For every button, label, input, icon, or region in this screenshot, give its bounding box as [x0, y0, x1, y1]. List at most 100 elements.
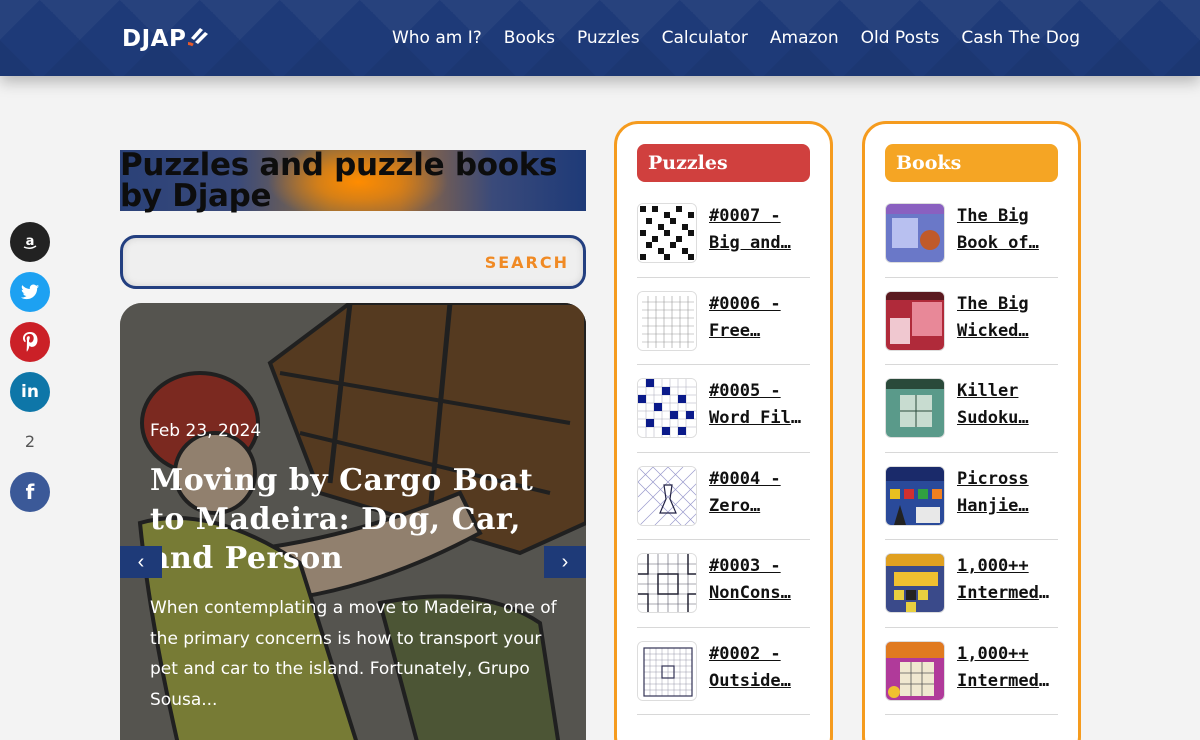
puzzle-item-line1: #0005 -	[709, 381, 781, 401]
puzzles-list: #0007 - Big and… #0006 - Free… #0005 - Word…	[637, 190, 810, 715]
puzzle-item[interactable]: #0003 - NonCons…	[637, 540, 810, 628]
puzzle-thumbnail	[637, 553, 697, 613]
chevron-left-icon: ‹	[137, 550, 145, 573]
book-cover	[885, 290, 945, 351]
facebook-share-button[interactable]: f	[10, 472, 50, 512]
puzzle-item-line2: Free…	[709, 320, 761, 341]
puzzles-widget: Puzzles #0007 - Big and… #0006 - Free… #…	[614, 121, 833, 740]
book-item[interactable]: The Big Wicked…	[885, 278, 1058, 365]
book-item-line1: 1,000++	[957, 643, 1029, 664]
book-item-line2: Hanjie…	[957, 495, 1029, 516]
nav-cash-the-dog[interactable]: Cash The Dog	[961, 28, 1080, 48]
book-item[interactable]: 1,000++ Intermedia…	[885, 540, 1058, 628]
book-item-line1: The Big	[957, 293, 1029, 314]
puzzle-item-line2: NonCons…	[709, 583, 791, 603]
puzzle-item-title[interactable]: #0006 - Free…	[709, 291, 810, 365]
book-cover	[885, 378, 945, 438]
puzzle-item-line2: Word Fill-…	[709, 408, 810, 428]
book-item[interactable]: Picross Hanjie…	[885, 453, 1058, 540]
puzzle-item[interactable]: #0004 - Zero…	[637, 453, 810, 540]
twitter-share-button[interactable]	[10, 272, 50, 312]
amazon-icon: a	[23, 234, 37, 250]
puzzle-thumbnail	[637, 203, 697, 263]
book-item-title[interactable]: Killer Sudoku…	[957, 378, 1058, 452]
puzzle-thumbnail	[637, 465, 697, 526]
book-item-line2: Wicked…	[957, 320, 1029, 341]
book-item-title[interactable]: 1,000++ Intermedia…	[957, 641, 1058, 715]
page-title: Puzzles and puzzle books by Djape	[120, 150, 586, 212]
post-title[interactable]: Moving by Cargo Boat to Madeira: Dog, Ca…	[150, 461, 560, 578]
book-item-title[interactable]: The Big Wicked…	[957, 291, 1058, 365]
social-share-rail: a in 2 f	[10, 222, 50, 522]
puzzle-item[interactable]: #0006 - Free…	[637, 278, 810, 365]
facebook-icon: f	[25, 480, 35, 504]
pinterest-share-button[interactable]	[10, 322, 50, 362]
logo-mark-icon	[179, 24, 210, 53]
puzzle-item-line1: #0006 -	[709, 293, 781, 314]
puzzle-item-title[interactable]: #0002 - Outside…	[709, 641, 810, 715]
puzzle-item[interactable]: #0005 - Word Fill-…	[637, 365, 810, 453]
puzzle-item[interactable]: #0002 - Outside…	[637, 628, 810, 715]
slider-prev-button[interactable]: ‹	[120, 546, 162, 578]
book-cover	[885, 465, 945, 526]
book-item-line1: The Big	[957, 206, 1029, 226]
puzzle-thumbnail	[637, 640, 697, 701]
book-item-line1: Killer	[957, 381, 1019, 401]
puzzle-item-title[interactable]: #0003 - NonCons…	[709, 553, 810, 627]
books-list: The Big Book of… The Big Wicked… Killer Sud…	[885, 190, 1058, 715]
search-input[interactable]	[135, 248, 475, 276]
nav-puzzles[interactable]: Puzzles	[577, 28, 640, 48]
book-item-line2: Book of…	[957, 233, 1039, 253]
books-heading: Books	[885, 144, 1058, 182]
book-item-line1: Picross	[957, 468, 1029, 489]
nav-books[interactable]: Books	[504, 28, 555, 48]
book-item-line2: Intermedia…	[957, 670, 1058, 691]
book-item-title[interactable]: The Big Book of…	[957, 203, 1058, 277]
book-cover	[885, 553, 945, 613]
book-item-title[interactable]: Picross Hanjie…	[957, 466, 1058, 540]
puzzle-thumbnail	[637, 290, 697, 351]
post-excerpt: When contemplating a move to Madeira, on…	[150, 598, 557, 710]
puzzle-item-title[interactable]: #0007 - Big and…	[709, 203, 810, 277]
puzzle-item-line2: Zero…	[709, 495, 761, 516]
twitter-icon	[21, 284, 39, 300]
puzzle-item[interactable]: #0007 - Big and…	[637, 190, 810, 278]
main-nav: Who am I? Books Puzzles Calculator Amazo…	[392, 28, 1080, 48]
book-item[interactable]: The Big Book of…	[885, 190, 1058, 278]
books-widget: Books The Big Book of… The Big Wicked… Kil…	[862, 121, 1081, 740]
book-cover	[885, 640, 945, 701]
book-item-line2: Sudoku…	[957, 408, 1029, 428]
book-item-line1: 1,000++	[957, 556, 1029, 576]
book-item-line2: Intermedia…	[957, 583, 1058, 603]
site-logo[interactable]: DJAP	[122, 24, 210, 53]
book-item[interactable]: 1,000++ Intermedia…	[885, 628, 1058, 715]
puzzle-item-line2: Outside…	[709, 670, 791, 691]
puzzle-item-title[interactable]: #0005 - Word Fill-…	[709, 378, 810, 452]
book-item-title[interactable]: 1,000++ Intermedia…	[957, 553, 1058, 627]
puzzle-item-line1: #0002 -	[709, 643, 781, 664]
featured-post-slider[interactable]: Feb 23, 2024 Moving by Cargo Boat to Mad…	[120, 303, 586, 740]
nav-old-posts[interactable]: Old Posts	[861, 28, 940, 48]
linkedin-icon: in	[21, 382, 39, 402]
puzzles-heading: Puzzles	[637, 144, 810, 182]
page-title-banner: Puzzles and puzzle books by Djape	[120, 150, 586, 212]
slider-next-button[interactable]: ›	[544, 546, 586, 578]
book-item[interactable]: Killer Sudoku…	[885, 365, 1058, 453]
search-box: SEARCH	[120, 235, 586, 289]
search-button[interactable]: SEARCH	[485, 253, 569, 272]
share-count: 2	[24, 432, 36, 451]
amazon-share-button[interactable]: a	[10, 222, 50, 262]
nav-calculator[interactable]: Calculator	[662, 28, 748, 48]
chevron-right-icon: ›	[561, 550, 569, 573]
linkedin-share-button[interactable]: in	[10, 372, 50, 412]
pinterest-icon	[23, 332, 38, 352]
puzzle-item-title[interactable]: #0004 - Zero…	[709, 466, 810, 540]
puzzle-item-line1: #0003 -	[709, 556, 781, 576]
puzzle-item-line1: #0007 -	[709, 206, 781, 226]
book-cover	[885, 203, 945, 263]
puzzle-thumbnail	[637, 378, 697, 438]
nav-amazon[interactable]: Amazon	[770, 28, 839, 48]
page-title-line2: by Djape	[120, 178, 272, 214]
nav-who-am-i[interactable]: Who am I?	[392, 28, 482, 48]
logo-text: DJAP	[122, 25, 187, 52]
